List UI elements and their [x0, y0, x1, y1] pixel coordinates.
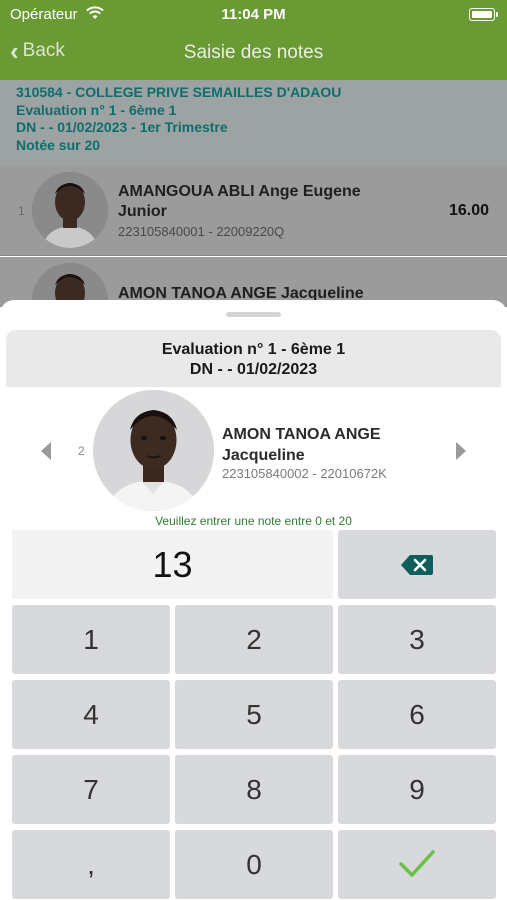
navigation-bar: ‹ Back Saisie des notes — [0, 36, 507, 70]
key-comma[interactable]: , — [12, 830, 170, 899]
evaluation-title: Evaluation n° 1 - 6ème 1 — [161, 341, 346, 358]
evaluation-header: Evaluation n° 1 - 6ème 1 DN - - 01/02/20… — [6, 330, 501, 387]
student-name-line2: Junior — [118, 203, 167, 220]
status-bar: Opérateur 11:04 PM — [0, 4, 507, 26]
backspace-button[interactable] — [338, 530, 496, 599]
evaluation-date: DN - - 01/02/2023 — [189, 361, 318, 378]
key-7[interactable]: 7 — [12, 755, 170, 824]
student-ids: 223105840002 - 22010672K — [222, 466, 387, 481]
student-photo — [93, 390, 214, 511]
student-name-line1: AMON TANOA ANGE — [222, 426, 381, 443]
student-name-line2: Jacqueline — [222, 447, 305, 464]
key-9[interactable]: 9 — [338, 755, 496, 824]
key-5[interactable]: 5 — [175, 680, 333, 749]
key-8[interactable]: 8 — [175, 755, 333, 824]
key-6[interactable]: 6 — [338, 680, 496, 749]
key-2[interactable]: 2 — [175, 605, 333, 674]
backspace-icon — [401, 555, 433, 575]
grade-range-hint: Veuillez entrer une note entre 0 et 20 — [155, 514, 352, 528]
key-1[interactable]: 1 — [12, 605, 170, 674]
student-grade: 16.00 — [448, 202, 489, 219]
next-student-arrow-icon[interactable] — [456, 442, 466, 460]
student-name: AMANGOUA ABLI Ange Eugene Junior — [118, 182, 361, 222]
row-number: 1 — [18, 204, 25, 218]
student-avatar — [32, 172, 108, 248]
student-name: AMON TANOA ANGE Jacqueline — [222, 424, 381, 466]
checkmark-icon — [399, 850, 435, 877]
key-4[interactable]: 4 — [12, 680, 170, 749]
student-name-line1: AMANGOUA ABLI Ange Eugene — [118, 183, 361, 200]
confirm-button[interactable] — [338, 830, 496, 899]
previous-student-arrow-icon[interactable] — [41, 442, 51, 460]
page-title: Saisie des notes — [183, 42, 324, 63]
scale-line: Notée sur 20 — [16, 136, 101, 153]
student-number: 2 — [78, 444, 85, 458]
grade-input-display[interactable]: 13 — [12, 530, 333, 599]
battery-icon — [469, 8, 498, 21]
key-3[interactable]: 3 — [338, 605, 496, 674]
sheet-grabber[interactable] — [226, 312, 281, 317]
top-bar: Opérateur 11:04 PM ‹ Back Saisie des not… — [0, 0, 507, 80]
key-0[interactable]: 0 — [175, 830, 333, 899]
student-row[interactable]: 1 AMANGOUA ABLI Ange Eugene Junior 22310… — [0, 166, 507, 256]
clock: 11:04 PM — [221, 6, 286, 23]
evaluation-info: 310584 - COLLEGE PRIVE SEMAILLES D'ADAOU… — [0, 80, 507, 166]
school-line: 310584 - COLLEGE PRIVE SEMAILLES D'ADAOU — [16, 84, 342, 100]
evaluation-line: Evaluation n° 1 - 6ème 1 — [16, 101, 177, 118]
date-line: DN - - 01/02/2023 - 1er Trimestre — [16, 119, 228, 135]
student-ids: 223105840001 - 22009220Q — [118, 224, 285, 239]
